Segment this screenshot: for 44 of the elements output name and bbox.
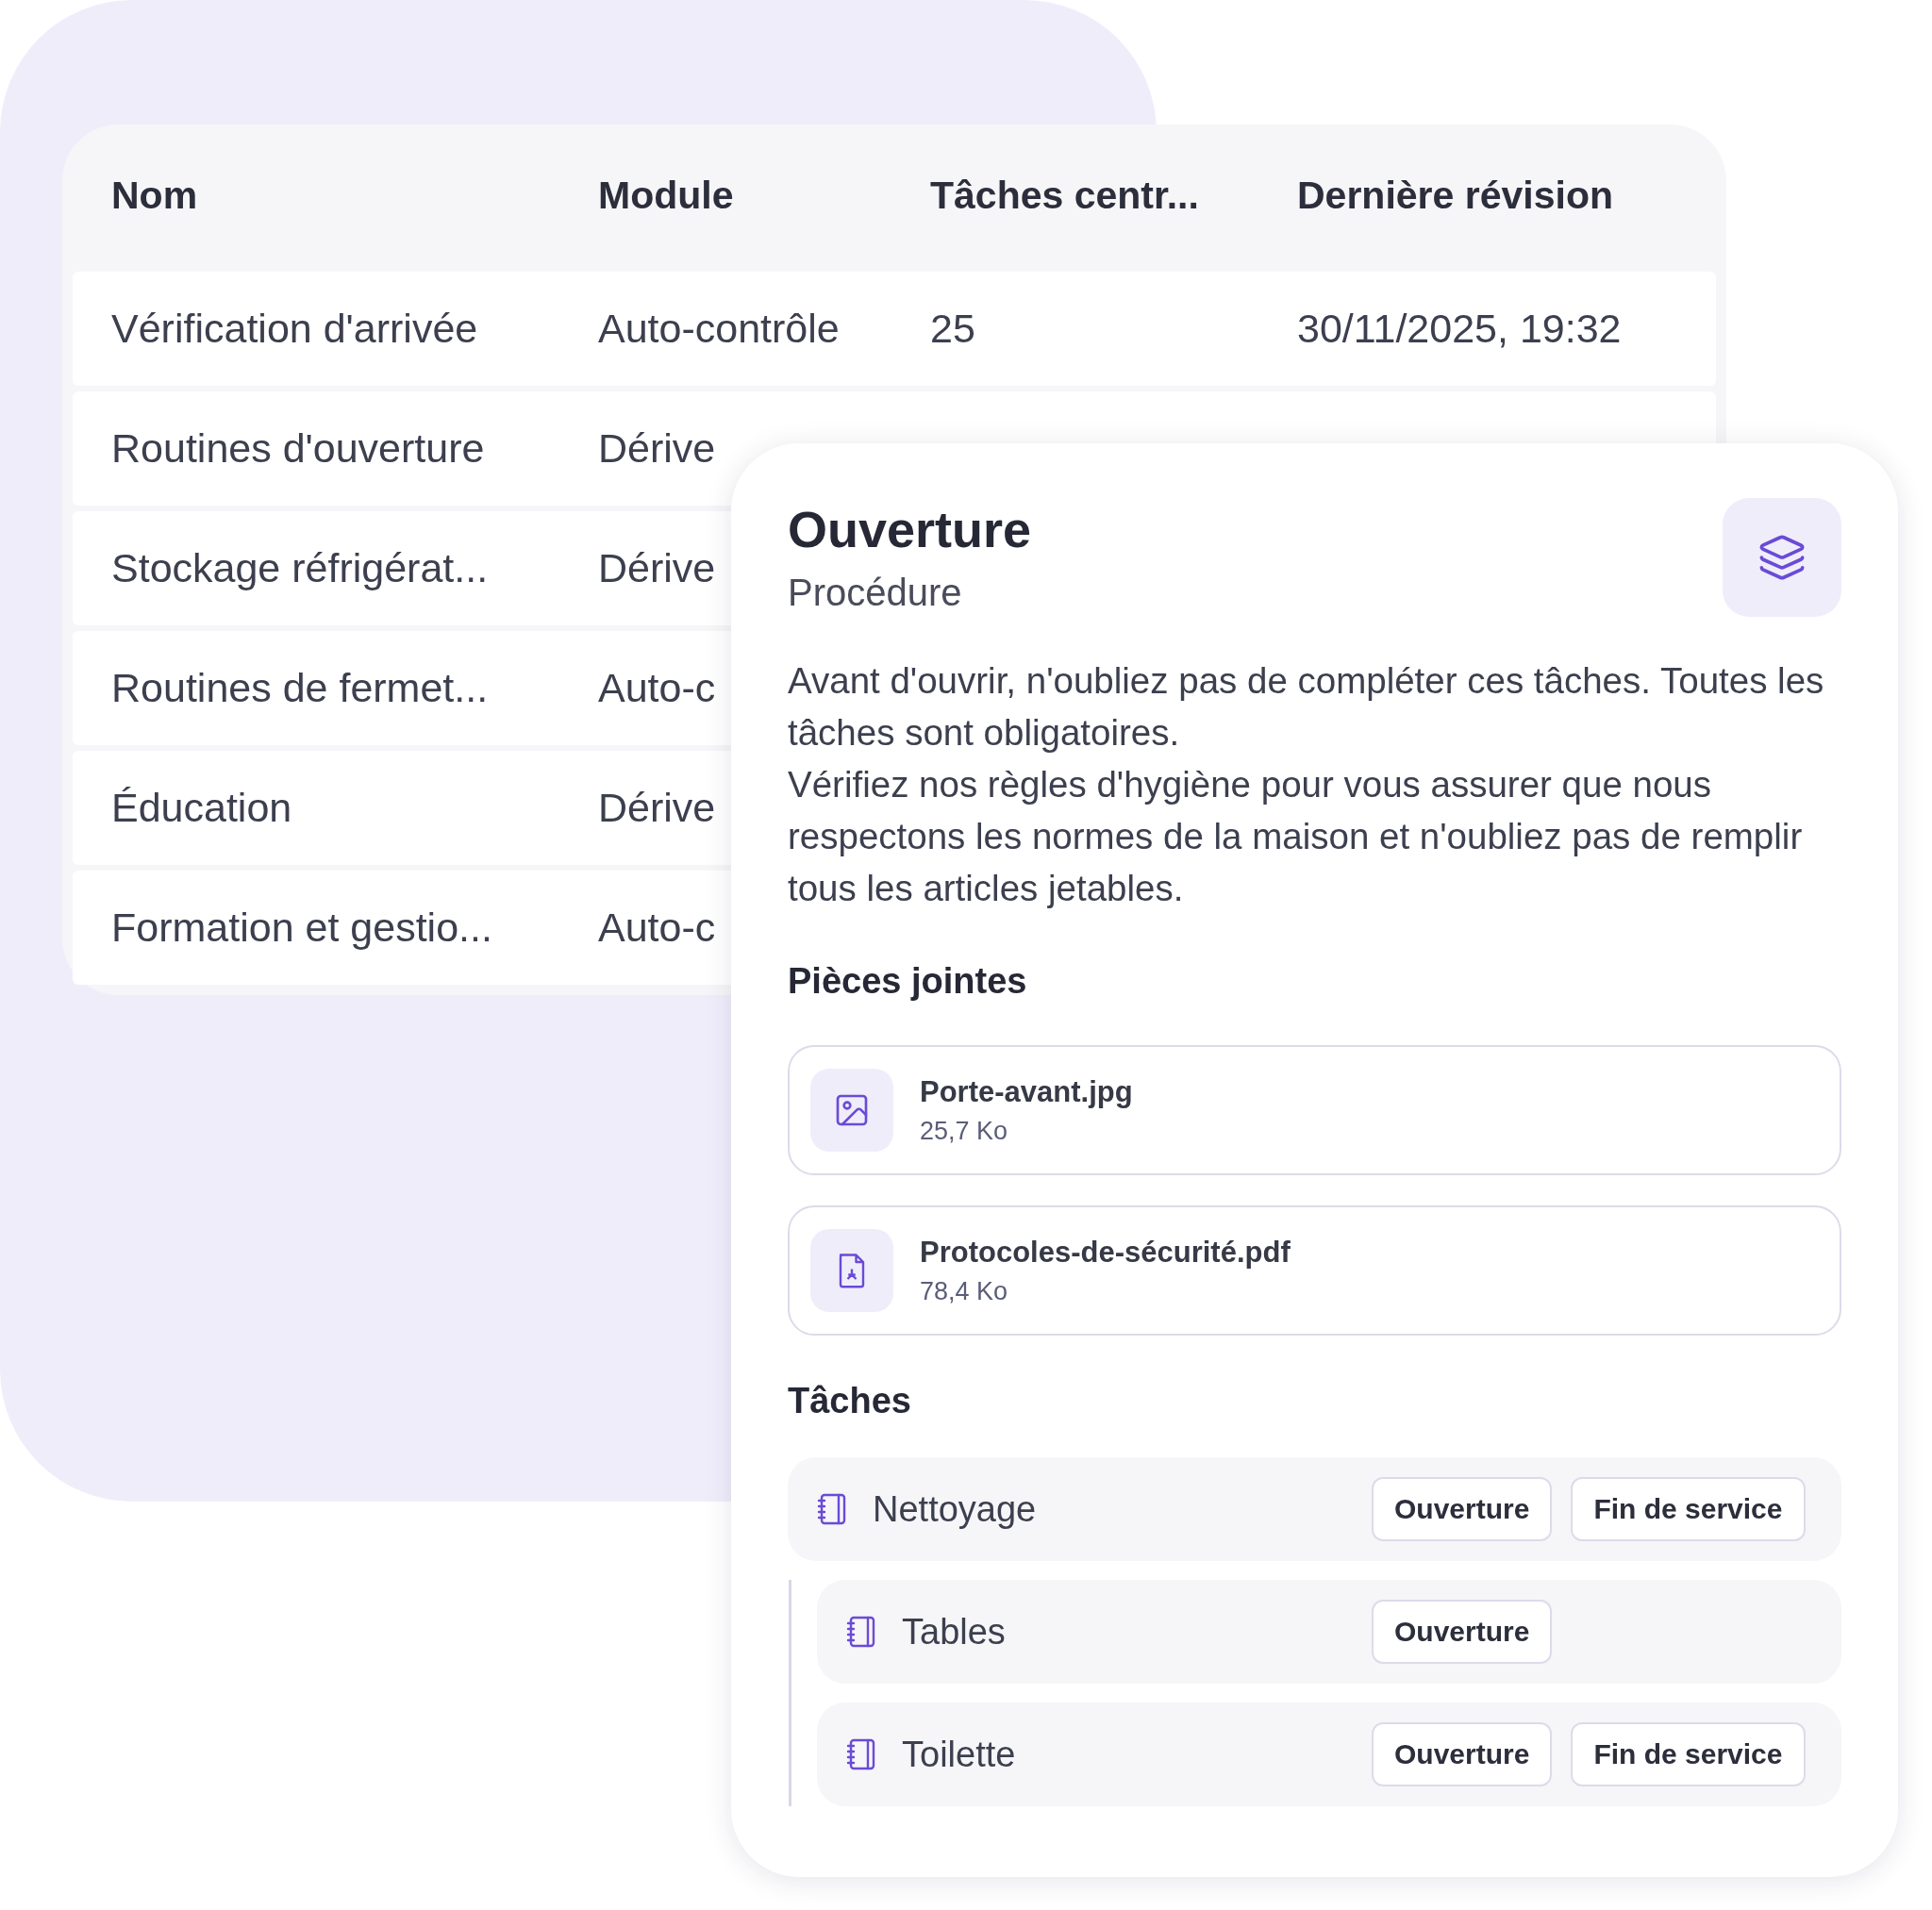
task-tag: Fin de service [1571, 1477, 1806, 1541]
task-name: Nettoyage [873, 1488, 1038, 1530]
table-cell: Dérive [598, 545, 716, 591]
section-heading: Pièces jointes [788, 961, 1028, 1002]
column-header[interactable]: Tâches centr... [930, 173, 1199, 218]
task-name: Toilette [902, 1734, 1017, 1775]
table-cell: Routines de fermet... [111, 665, 489, 711]
table-cell: Auto-c [598, 905, 716, 951]
description-text: Vérifiez nos règles d'hygiène pour vous assurer que nous respectons les normes de la maison et n'oubliez pas de remplir tous les articles jetables. [788, 763, 1804, 910]
task-tag: Ouverture [1372, 1477, 1553, 1541]
table-cell: Routines d'ouverture [111, 425, 485, 472]
table-row[interactable]: Vérification d'arrivée Auto-contrôle 25 30/11/2025, 19:32 [73, 272, 1716, 386]
table-cell: Formation et gestio... [111, 905, 492, 951]
section-heading: Tâches [788, 1381, 912, 1421]
attachment-card[interactable]: Protocoles-de-sécurité.pdf 78,4 Ko [788, 1205, 1841, 1336]
column-header[interactable]: Dernière révision [1297, 173, 1613, 218]
task-tag: Ouverture [1372, 1722, 1553, 1786]
task-tag: Ouverture [1372, 1600, 1553, 1664]
task-tag: Fin de service [1571, 1722, 1806, 1786]
attachment-size: 78,4 Ko [920, 1276, 1009, 1306]
attachment-name: Porte-avant.jpg [920, 1074, 1133, 1109]
table-cell: Vérification d'arrivée [111, 306, 478, 352]
task-row[interactable]: Nettoyage Ouverture Fin de service [788, 1457, 1841, 1561]
task-name: Tables [902, 1611, 1007, 1653]
attachment-size: 25,7 Ko [920, 1116, 1009, 1146]
column-header[interactable]: Module [598, 173, 734, 218]
attachment-card[interactable]: Porte-avant.jpg 25,7 Ko [788, 1045, 1841, 1175]
card-subtitle: Procédure [788, 572, 963, 614]
table-cell: Stockage réfrigérat... [111, 545, 489, 591]
table-cell: Auto-contrôle [598, 306, 840, 352]
column-header[interactable]: Nom [111, 173, 198, 218]
attachment-name: Protocoles-de-sécurité.pdf [920, 1235, 1291, 1270]
task-row[interactable]: Tables Ouverture [817, 1580, 1841, 1684]
layers-icon [1757, 533, 1807, 582]
table-cell: Dérive [598, 425, 716, 472]
card-title: Ouverture [788, 500, 1032, 558]
table-cell: 30/11/2025, 19:32 [1297, 306, 1622, 352]
table-cell: Auto-c [598, 665, 716, 711]
table-cell: Éducation [111, 785, 292, 831]
task-row[interactable]: Toilette Ouverture Fin de service [817, 1702, 1841, 1806]
layers-icon-tile[interactable] [1723, 498, 1841, 617]
table-cell: 25 [930, 306, 975, 352]
table-cell: Dérive [598, 785, 716, 831]
description-text: Avant d'ouvrir, n'oubliez pas de compléter ces tâches. Toutes les tâches sont obligatoires. [788, 659, 1825, 755]
